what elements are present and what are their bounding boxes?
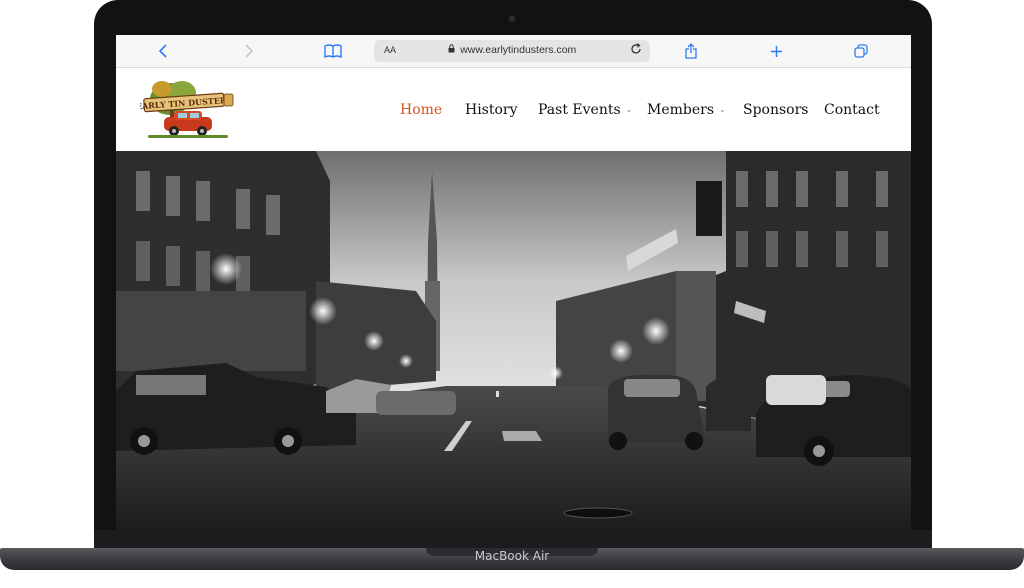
nav-contact[interactable]: Contact [824,102,880,118]
back-icon[interactable] [158,42,168,60]
url-value: www.earlytindusters.com [460,44,577,56]
url-text: www.earlytindusters.com [374,44,650,56]
browser-toolbar: AA www.earlytindusters.com [116,35,911,68]
tabs-icon[interactable] [854,42,868,60]
nav-sponsors-label: Sponsors [743,102,809,118]
nav-members[interactable]: Members ⌄ [647,102,726,118]
reload-icon[interactable] [630,43,642,58]
nav-members-label: Members [647,102,715,118]
chevron-down-icon: ⌄ [625,105,633,114]
screen: AA www.earlytindusters.com EARLY TIN DUS… [116,35,911,530]
nav-past-events-label: Past Events [538,102,621,118]
camera [509,16,515,22]
nav-history[interactable]: History [465,102,518,118]
share-icon[interactable] [685,42,697,60]
nav-history-label: History [465,102,518,118]
hero-image [116,151,911,530]
new-tab-icon[interactable] [770,42,783,60]
nav-sponsors[interactable]: Sponsors [743,102,809,118]
nav-contact-label: Contact [824,102,880,118]
nav-past-events[interactable]: Past Events ⌄ [538,102,632,118]
main-nav: Home History Past Events ⌄ Members ⌄ Spons… [116,102,911,126]
forward-icon[interactable] [244,42,254,60]
nav-home-label: Home [400,102,443,118]
site-header: EARLY TIN DUSTERS Home History Past Even… [116,68,911,150]
laptop-chin [94,530,932,548]
bookmarks-icon[interactable] [324,42,342,60]
nav-home[interactable]: Home [400,102,442,118]
lock-icon [448,44,458,55]
device-label: MacBook Air [474,549,550,563]
address-bar[interactable]: AA www.earlytindusters.com [374,40,650,62]
chevron-down-icon: ⌄ [719,105,726,114]
